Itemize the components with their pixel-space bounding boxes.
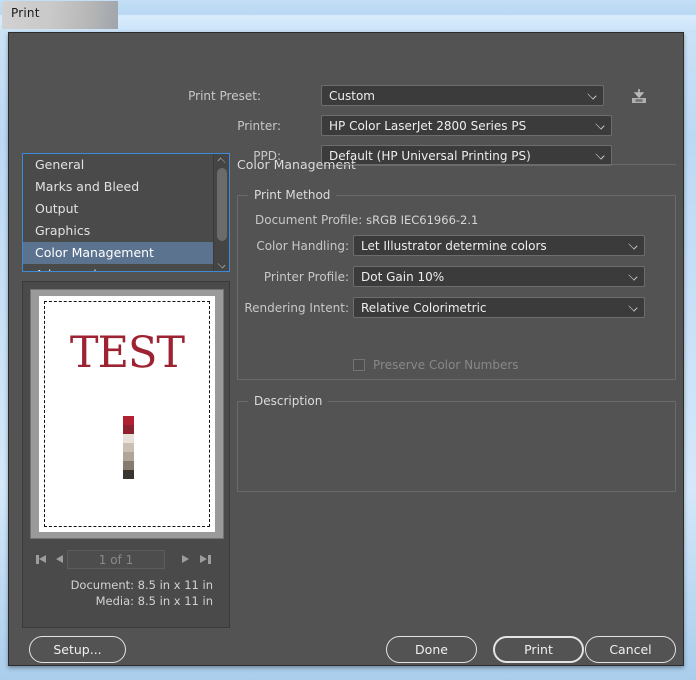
rendering-intent-label: Rendering Intent: [244, 301, 349, 315]
swatch [123, 434, 134, 443]
listbox-scrollbar[interactable] [213, 154, 229, 271]
sidebar-item-general[interactable]: General [23, 154, 229, 176]
print-button[interactable]: Print [493, 636, 584, 663]
print-method-group-title: Print Method [248, 188, 337, 202]
printer-label: Printer: [237, 119, 281, 133]
setup-button[interactable]: Setup... [29, 636, 126, 663]
scrollbar-thumb[interactable] [217, 168, 227, 241]
swatch [123, 452, 134, 461]
cancel-button[interactable]: Cancel [585, 636, 676, 663]
swatch [123, 425, 134, 434]
chevron-down-icon [587, 89, 597, 100]
done-button[interactable]: Done [386, 636, 477, 663]
printer-profile-label: Printer Profile: [263, 270, 349, 284]
printer-value: HP Color LaserJet 2800 Series PS [329, 118, 527, 133]
category-listbox[interactable]: General Marks and Bleed Output Graphics … [22, 153, 230, 272]
printer-profile-select[interactable]: Dot Gain 10% [353, 266, 645, 287]
print-preview-panel: TEST 1 of 1 Document: 8.5 in x 11 in Med… [22, 281, 230, 628]
dialog-body: Print Preset: Custom Printer: HP Color L… [8, 32, 684, 666]
printer-profile-value: Dot Gain 10% [361, 269, 445, 284]
media-size-label: Media: 8.5 in x 11 in [95, 594, 213, 608]
chevron-down-icon [628, 270, 638, 281]
save-preset-icon[interactable] [629, 87, 649, 105]
swatch [123, 443, 134, 452]
next-page-icon[interactable] [178, 552, 192, 566]
previous-page-icon[interactable] [53, 552, 67, 566]
preserve-color-numbers-checkbox[interactable] [353, 359, 365, 371]
preview-color-swatches [123, 416, 134, 479]
print-dialog-window: Print Print Preset: Custom Printer: HP C… [0, 0, 696, 680]
panel-title-divider [339, 164, 676, 165]
rendering-intent-value: Relative Colorimetric [361, 300, 487, 315]
print-preset-select[interactable]: Custom [321, 85, 604, 106]
document-profile-row: Document Profile: sRGB IEC61966-2.1 [255, 213, 478, 227]
chevron-down-icon [628, 301, 638, 312]
document-profile-label: Document Profile: [255, 213, 363, 227]
chevron-down-icon [595, 119, 605, 130]
go-to-last-page-icon[interactable] [199, 552, 213, 566]
preserve-color-numbers-label: Preserve Color Numbers [373, 358, 519, 372]
preview-navigation: 1 of 1 [23, 547, 229, 573]
document-size-label: Document: 8.5 in x 11 in [70, 578, 213, 592]
color-handling-select[interactable]: Let Illustrator determine colors [353, 235, 645, 256]
go-to-first-page-icon[interactable] [35, 552, 49, 566]
printer-select[interactable]: HP Color LaserJet 2800 Series PS [321, 115, 612, 136]
description-group: Description [237, 394, 676, 492]
ppd-value: Default (HP Universal Printing PS) [329, 148, 531, 163]
print-preset-label: Print Preset: [188, 89, 261, 103]
page-number-field[interactable]: 1 of 1 [67, 550, 165, 569]
preview-page-text: TEST [69, 328, 185, 378]
chevron-down-icon [595, 149, 605, 160]
preview-page: TEST [39, 296, 215, 532]
chevron-down-icon[interactable] [217, 261, 227, 267]
sidebar-item-output[interactable]: Output [23, 198, 229, 220]
swatch [123, 470, 134, 479]
color-handling-value: Let Illustrator determine colors [361, 238, 547, 253]
title-bar: Print [0, 0, 696, 30]
swatch [123, 416, 134, 425]
swatch [123, 461, 134, 470]
sidebar-item-marks-and-bleed[interactable]: Marks and Bleed [23, 176, 229, 198]
document-profile-value: sRGB IEC61966-2.1 [366, 213, 479, 227]
window-title: Print [11, 6, 40, 20]
ppd-select[interactable]: Default (HP Universal Printing PS) [321, 145, 612, 166]
chevron-up-icon[interactable] [217, 158, 227, 164]
color-handling-label: Color Handling: [256, 239, 349, 253]
preview-media-frame: TEST [30, 289, 224, 539]
print-preset-value: Custom [329, 88, 375, 103]
description-group-title: Description [248, 394, 329, 408]
chevron-down-icon [628, 239, 638, 250]
rendering-intent-select[interactable]: Relative Colorimetric [353, 297, 645, 318]
